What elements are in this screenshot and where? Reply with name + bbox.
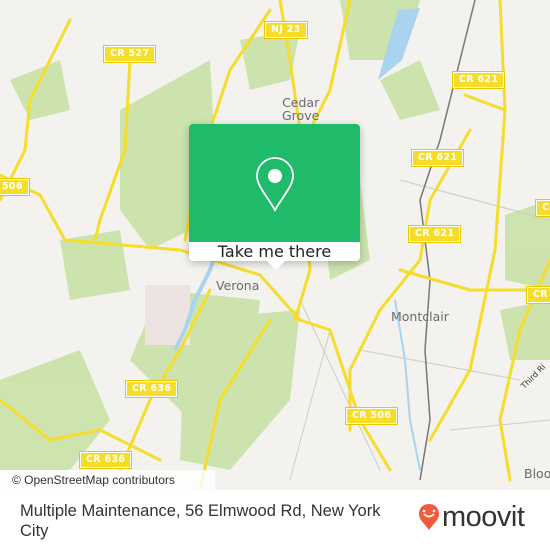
- road-label-cr-527: CR 527: [102, 45, 157, 63]
- place-verona: Verona: [216, 278, 260, 293]
- map-attribution[interactable]: © OpenStreetMap contributors: [0, 470, 215, 490]
- popup-pointer: [267, 261, 285, 270]
- place-title: Multiple Maintenance, 56 Elmwood Rd, New…: [20, 502, 381, 540]
- road-label-cr-621: CR 621: [451, 71, 506, 89]
- place-bloomfield: Bloo: [524, 466, 550, 481]
- take-me-there-button[interactable]: Take me there: [189, 242, 360, 261]
- road-label-cr-636: CR 636: [78, 451, 133, 469]
- road-label-cr: CR: [526, 286, 550, 304]
- road-label-cr-636: CR 636: [124, 380, 179, 398]
- map[interactable]: NJ 23 CR 527 CR 621 CR 621 CR 621 506 CR…: [0, 0, 550, 490]
- road-label-506: 506: [0, 178, 30, 196]
- map-pin-icon: [256, 157, 294, 212]
- place-montclair: Montclair: [391, 309, 449, 324]
- moovit-pin-icon: [419, 504, 439, 530]
- road-label-cr-506: CR 506: [344, 407, 399, 425]
- road-label-cr-621: CR 621: [407, 225, 462, 243]
- road-label-cr-621: CR 621: [410, 149, 465, 167]
- road-label-nj-23: NJ 23: [264, 21, 308, 39]
- moovit-wordmark: moovit: [442, 501, 525, 533]
- moovit-logo[interactable]: moovit: [418, 501, 525, 533]
- footer: Multiple Maintenance, 56 Elmwood Rd, New…: [0, 490, 550, 550]
- place-cedar-grove: Cedar Grove: [282, 95, 320, 123]
- road-label-c: C: [534, 199, 550, 217]
- destination-popup[interactable]: Take me there: [189, 124, 360, 270]
- popup-header[interactable]: [189, 124, 360, 242]
